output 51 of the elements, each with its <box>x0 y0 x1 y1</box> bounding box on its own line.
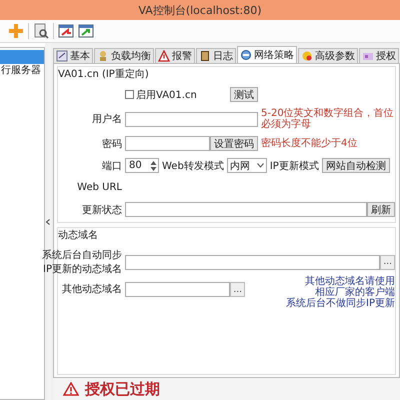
tab[interactable]: 报警 <box>155 48 195 63</box>
browse-button[interactable]: ... <box>230 282 245 297</box>
password-field[interactable] <box>125 136 210 151</box>
note-text: 系统后台不做同步IP更新 <box>286 298 395 309</box>
plus-icon[interactable] <box>8 23 24 39</box>
domain-field[interactable] <box>125 282 230 297</box>
group-title: 动态域名 <box>58 228 98 242</box>
field-label: 其他动态域名 <box>61 282 122 296</box>
note-text: 相应厂家的客户端 <box>315 287 395 298</box>
field-label: Web URL <box>76 182 122 193</box>
card-icon <box>362 50 374 62</box>
warning-icon <box>63 382 79 396</box>
field-label: Web转发模式 <box>162 160 224 172</box>
tab[interactable]: 负载均衡 <box>94 48 154 63</box>
tab[interactable]: 高级参数 <box>298 48 358 63</box>
username-field[interactable] <box>125 112 258 126</box>
window-title: VA控制台(localhost:80) <box>138 2 262 18</box>
refresh-button[interactable]: 刷新 <box>367 202 395 217</box>
sidebar-item[interactable]: 行服务器 <box>0 64 44 78</box>
ip-mode-button[interactable]: 网站自动检测 <box>322 158 390 173</box>
browse-button[interactable]: ... <box>380 254 395 270</box>
tab[interactable]: 日志 <box>196 48 236 63</box>
field-label: 端口 <box>101 160 122 172</box>
tab[interactable]: 基本 <box>53 48 93 63</box>
book-icon <box>199 50 211 62</box>
chevron-left-icon[interactable] <box>46 218 50 224</box>
tab[interactable]: 网络策略 <box>237 46 297 63</box>
pencil-icon <box>56 50 68 62</box>
checkbox[interactable] <box>125 90 134 99</box>
test-button[interactable]: 测试 <box>230 87 258 102</box>
document-search-icon[interactable] <box>33 23 49 39</box>
web-mode-dropdown[interactable]: 内网 <box>226 158 267 173</box>
tab[interactable]: 授权 <box>359 48 399 63</box>
group-title: VA01.cn (IP重定向) <box>58 68 149 81</box>
field-label: 用户名 <box>91 112 122 126</box>
field-label: 系统后台自动同步IP更新的动态域名 <box>41 248 122 276</box>
update-status-field[interactable] <box>125 202 367 217</box>
field-label: 更新状态 <box>81 204 122 216</box>
license-expired-text: 授权已过期 <box>85 380 160 398</box>
port-spinbox[interactable]: 80 <box>125 158 159 173</box>
enable-checkbox[interactable]: 启用VA01.cn <box>125 88 197 102</box>
note-text: 其他动态域名请使用 <box>305 276 395 287</box>
hint-text: 5-20位英文和数字组合，首位必须为字母 <box>261 108 395 130</box>
hint-text: 密码长度不能少于4位 <box>261 138 358 149</box>
domain-field[interactable] <box>125 254 380 270</box>
spin-arrows-icon[interactable] <box>150 160 157 172</box>
chevron-down-icon <box>256 163 264 168</box>
field-label: 密码 <box>101 138 122 150</box>
checkbox-label: 启用VA01.cn <box>136 88 197 102</box>
set-password-button[interactable]: 设置密码 <box>210 136 258 151</box>
field-label: IP更新模式 <box>270 160 319 172</box>
